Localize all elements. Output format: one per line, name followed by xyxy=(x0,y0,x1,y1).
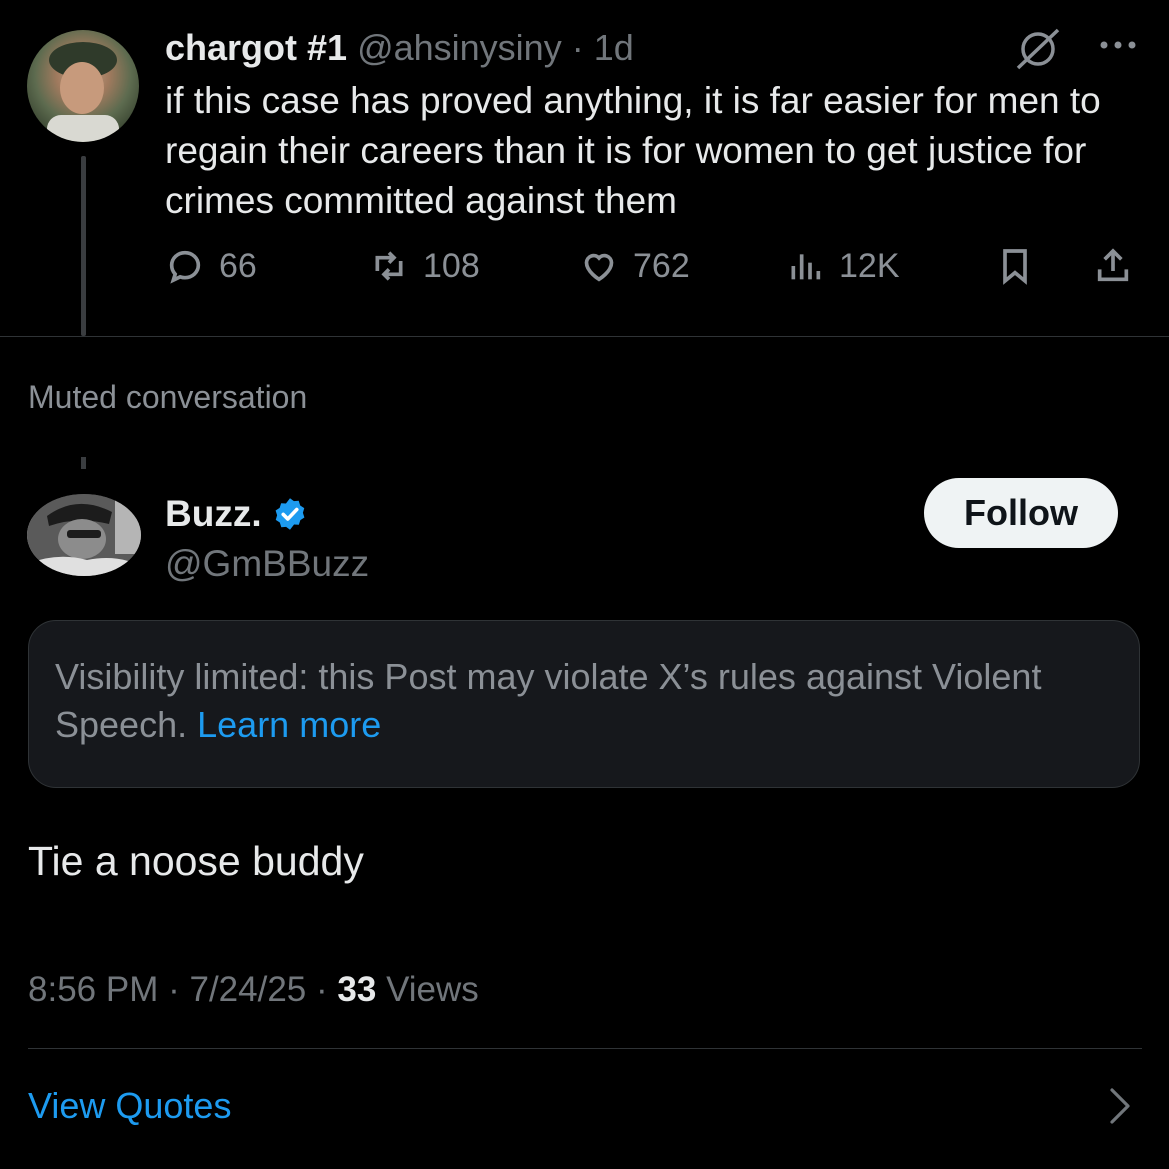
display-name[interactable]: chargot #1 xyxy=(165,27,347,68)
views-count: 12K xyxy=(839,246,900,285)
post-date[interactable]: 7/24/25 xyxy=(189,970,306,1009)
views-count: 33 xyxy=(337,970,377,1009)
thread-line xyxy=(81,156,86,336)
like-button[interactable]: 762 xyxy=(579,246,690,286)
display-name-row: Buzz. xyxy=(165,492,308,536)
meta-separator: · xyxy=(316,970,328,1009)
views-label: Views xyxy=(386,970,479,1009)
bookmark-icon xyxy=(1003,249,1027,285)
share-icon xyxy=(1097,248,1129,282)
chevron-right-icon[interactable] xyxy=(1106,1086,1134,1126)
tweet-actions: 66 108 762 12K xyxy=(165,246,1140,302)
share-button[interactable] xyxy=(1093,246,1133,286)
visibility-notice-text: Visibility limited: this Post may violat… xyxy=(55,653,1115,749)
bookmark-button[interactable] xyxy=(995,246,1035,286)
timestamp[interactable]: 1d xyxy=(594,27,634,68)
divider xyxy=(28,1048,1142,1049)
visibility-notice: Visibility limited: this Post may violat… xyxy=(28,620,1140,788)
avatar[interactable] xyxy=(27,494,141,576)
muted-icon[interactable] xyxy=(1014,28,1062,70)
view-quotes-link[interactable]: View Quotes xyxy=(28,1084,231,1128)
like-icon xyxy=(584,253,614,282)
verified-badge-icon[interactable] xyxy=(272,496,308,532)
avatar[interactable] xyxy=(27,30,139,142)
like-count: 762 xyxy=(633,246,690,285)
tweet-meta: 8:56 PM · 7/24/25 · 33 Views xyxy=(28,968,479,1012)
reply-count: 66 xyxy=(219,246,257,285)
tweet-header: chargot #1 @ahsinysiny · 1d xyxy=(165,26,634,70)
tweet-text: if this case has proved anything, it is … xyxy=(165,80,1101,221)
views-button[interactable]: 12K xyxy=(785,246,900,286)
handle[interactable]: @GmBBuzz xyxy=(165,542,369,586)
repost-count: 108 xyxy=(423,246,480,285)
reply-button[interactable]: 66 xyxy=(165,246,257,286)
repost-icon xyxy=(375,251,403,281)
follow-button[interactable]: Follow xyxy=(924,478,1118,548)
display-name[interactable]: Buzz. xyxy=(165,492,262,536)
reply-icon xyxy=(169,250,201,284)
handle[interactable]: @ahsinysiny xyxy=(357,27,562,68)
meta-separator: · xyxy=(168,970,180,1009)
post-time[interactable]: 8:56 PM xyxy=(28,970,158,1009)
divider xyxy=(0,336,1169,337)
time-separator: · xyxy=(571,27,584,68)
muted-conversation-label: Muted conversation xyxy=(28,379,308,415)
tweet-text: Tie a noose buddy xyxy=(28,838,364,884)
repost-button[interactable]: 108 xyxy=(369,246,480,286)
thread-line-stub xyxy=(81,457,86,469)
views-icon xyxy=(791,254,821,280)
learn-more-link[interactable]: Learn more xyxy=(197,704,381,745)
more-icon[interactable] xyxy=(1096,30,1140,60)
